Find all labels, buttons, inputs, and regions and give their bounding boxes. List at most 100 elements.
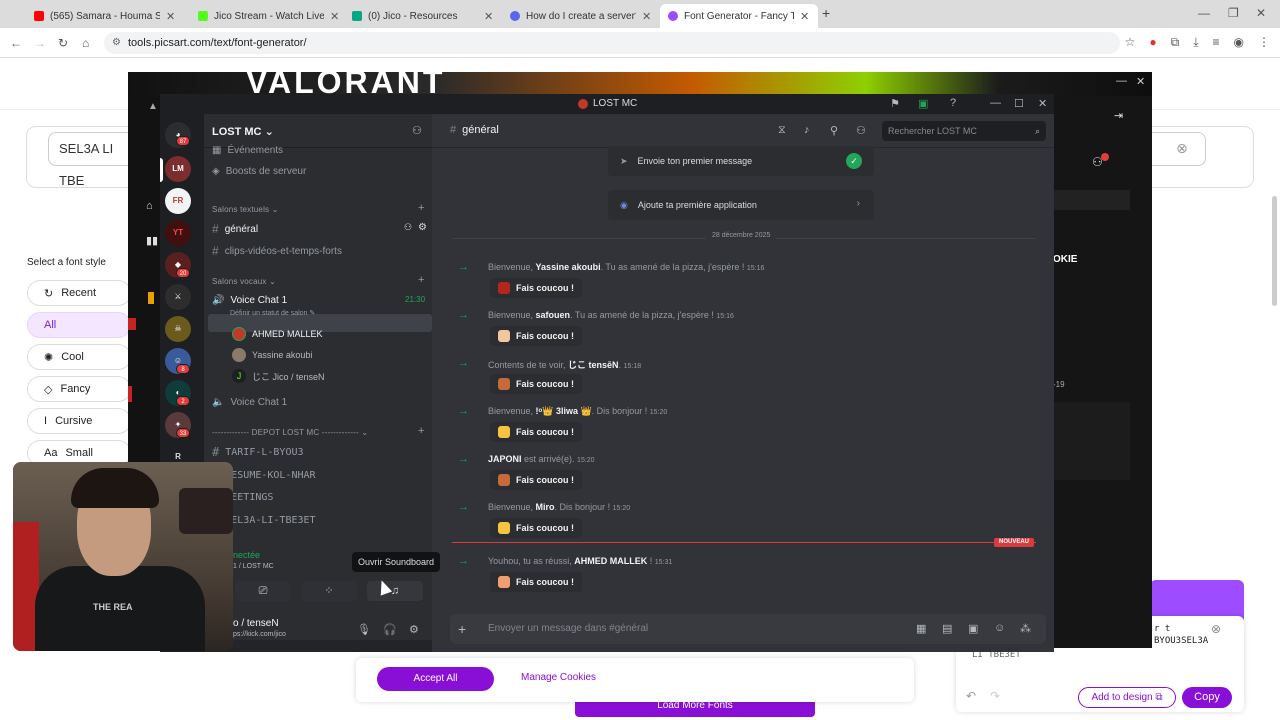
- add-attachment-icon[interactable]: +: [458, 621, 466, 637]
- close-icon[interactable]: ✕: [642, 10, 651, 23]
- wave-button[interactable]: Fais coucou !: [490, 422, 583, 442]
- wave-button[interactable]: Fais coucou !: [490, 278, 583, 298]
- message-username[interactable]: じこ tensēN: [568, 360, 619, 370]
- onboarding-add-app[interactable]: ◉ Ajoute ta première application ›: [608, 190, 874, 220]
- reload-icon[interactable]: ↻: [58, 36, 68, 50]
- close-icon[interactable]: ✕: [1038, 97, 1047, 110]
- minimize-icon[interactable]: —: [1198, 6, 1210, 20]
- emoji-icon[interactable]: ☺: [994, 622, 1005, 634]
- add-channel-icon[interactable]: +: [418, 202, 424, 214]
- message-username[interactable]: Miro: [536, 502, 555, 512]
- user-name[interactable]: o / tenseN: [233, 618, 279, 629]
- style-cool-button[interactable]: ✺ Cool: [27, 344, 131, 370]
- url-field[interactable]: ⚙ tools.picsart.com/text/font-generator/: [104, 32, 1120, 54]
- clear-icon[interactable]: ⊗: [1176, 140, 1188, 157]
- font-text-input[interactable]: SEL3A LI TBE: [48, 132, 138, 188]
- load-more-button[interactable]: Load More Fonts: [575, 701, 815, 717]
- message-composer[interactable]: + Envoyer un message dans #général ▦ ▤ ▣…: [450, 614, 1046, 644]
- copy-button[interactable]: Copy: [1182, 687, 1232, 708]
- channel-clips[interactable]: # clips-vidéos-et-temps-forts: [212, 242, 342, 260]
- new-tab-button[interactable]: +: [822, 5, 830, 21]
- message-username[interactable]: !ᵒ👑 3liwa 👑: [536, 406, 592, 416]
- server-icon[interactable]: ☠: [165, 316, 191, 342]
- manage-cookies-link[interactable]: Manage Cookies: [521, 672, 596, 683]
- server-icon-lostmc[interactable]: LM: [165, 156, 191, 182]
- extensions-puzzle-icon[interactable]: ⧉: [1171, 35, 1180, 50]
- onboarding-first-message[interactable]: ➤ Envoie ton premier message ✓: [608, 146, 874, 176]
- style-fancy-button[interactable]: ◇ Fancy: [27, 376, 131, 402]
- reading-list-icon[interactable]: ≡: [1213, 35, 1220, 50]
- back-icon[interactable]: ←: [10, 36, 22, 50]
- flag-icon[interactable]: ⚑: [890, 97, 900, 110]
- server-icon[interactable]: FR: [165, 188, 191, 214]
- tab-kick[interactable]: Jico Stream - Watch Live on Ki ✕: [190, 4, 348, 28]
- invite-icon[interactable]: ⚇: [412, 124, 422, 137]
- pin-icon[interactable]: ⚲: [830, 124, 838, 137]
- close-icon[interactable]: ✕: [1136, 75, 1145, 88]
- sticker-icon[interactable]: ▣: [968, 622, 978, 635]
- download-icon[interactable]: ⤓: [1193, 35, 1198, 50]
- voice-status-hint[interactable]: Définir un statut de salon ✎: [230, 309, 315, 317]
- channel-general[interactable]: # général: [212, 220, 258, 238]
- activities-button[interactable]: ⁘: [301, 581, 357, 601]
- home-icon[interactable]: ⌂: [82, 36, 89, 50]
- message-username[interactable]: safouen: [536, 310, 571, 320]
- wave-button[interactable]: Fais coucou !: [490, 374, 583, 394]
- voice-user[interactable]: AHMED MALLEK: [232, 327, 323, 341]
- close-icon[interactable]: ⊗: [1211, 622, 1221, 636]
- forward-icon[interactable]: →: [34, 36, 46, 50]
- tab-discord-help[interactable]: How do I create a server? – Disc ✕: [502, 4, 660, 28]
- bell-icon[interactable]: ♪: [804, 124, 810, 136]
- style-recent-button[interactable]: ↻ Recent: [27, 280, 131, 306]
- close-icon[interactable]: ✕: [484, 10, 493, 23]
- boosts-item[interactable]: ◈ Boosts de serveur: [212, 162, 306, 180]
- tab-youtube[interactable]: (565) Samara - Houma Skhouni ✕: [26, 4, 190, 28]
- events-item[interactable]: ▦ Événements: [212, 141, 283, 159]
- close-icon[interactable]: ✕: [330, 10, 339, 23]
- profile-icon[interactable]: ◉: [1234, 35, 1244, 50]
- voice-user[interactable]: Yassine akoubi: [232, 348, 312, 362]
- extension-icon[interactable]: ●: [1149, 35, 1156, 50]
- tab-font-generator[interactable]: Font Generator - Fancy Text (Co ✕: [660, 4, 818, 28]
- voice-channel-1[interactable]: 🔊 Voice Chat 1: [212, 291, 287, 309]
- tab-resources[interactable]: (0) Jico - Resources ✕: [344, 4, 502, 28]
- server-icon[interactable]: YT: [165, 220, 191, 246]
- menu-icon[interactable]: ⋮: [1258, 35, 1270, 50]
- category-voice-channels[interactable]: Salons vocaux ⌄: [212, 277, 276, 286]
- window-close-icon[interactable]: ✕: [1256, 6, 1266, 20]
- wave-button[interactable]: Fais coucou !: [490, 572, 583, 592]
- category-text-channels[interactable]: Salons textuels ⌄: [212, 205, 279, 214]
- wave-button[interactable]: Fais coucou !: [490, 470, 583, 490]
- threads-icon[interactable]: ⧖: [778, 124, 786, 137]
- minimize-icon[interactable]: —: [990, 97, 1001, 109]
- invite-member-icon[interactable]: ⚇: [404, 222, 412, 233]
- message-username[interactable]: JAPONI: [488, 454, 522, 464]
- member-list-icon[interactable]: ⚇: [856, 124, 866, 137]
- gift-icon[interactable]: ▦: [916, 622, 926, 635]
- server-icon[interactable]: ⚔: [165, 284, 191, 310]
- voice-channel-2[interactable]: 🔈 Voice Chat 1: [212, 393, 287, 411]
- maximize-icon[interactable]: ☐: [1014, 97, 1024, 110]
- message-username[interactable]: Yassine akoubi: [536, 262, 601, 272]
- channel-tarif[interactable]: # TARIF-L-BYOU3: [212, 443, 304, 461]
- collapse-icon[interactable]: ⇥: [1114, 109, 1123, 122]
- close-icon[interactable]: ✕: [166, 10, 175, 23]
- settings-gear-icon[interactable]: ⚙: [418, 222, 427, 233]
- minimize-icon[interactable]: —: [1116, 75, 1127, 87]
- voice-user[interactable]: J じこ Jico / tenseN: [232, 369, 325, 383]
- add-channel-icon[interactable]: +: [418, 425, 424, 437]
- help-icon[interactable]: ?: [950, 97, 956, 109]
- gif-icon[interactable]: ▤: [942, 622, 952, 635]
- wave-button[interactable]: Fais coucou !: [490, 326, 583, 346]
- microphone-icon[interactable]: 🎙: [357, 623, 371, 636]
- screen-share-icon[interactable]: ▣: [918, 97, 928, 110]
- add-channel-icon[interactable]: +: [418, 274, 424, 286]
- bookmark-star-icon[interactable]: ☆: [1125, 35, 1136, 50]
- pause-icon[interactable]: ▮▮: [146, 234, 158, 247]
- home-icon[interactable]: ⌂: [146, 200, 153, 212]
- apps-icon[interactable]: ⁂: [1020, 622, 1031, 635]
- screen-share-button[interactable]: ⎚: [235, 581, 291, 601]
- style-cursive-button[interactable]: I Cursive: [27, 408, 131, 434]
- add-to-design-button[interactable]: Add to design ⧉: [1078, 687, 1176, 708]
- site-info-icon[interactable]: ⚙: [112, 32, 121, 54]
